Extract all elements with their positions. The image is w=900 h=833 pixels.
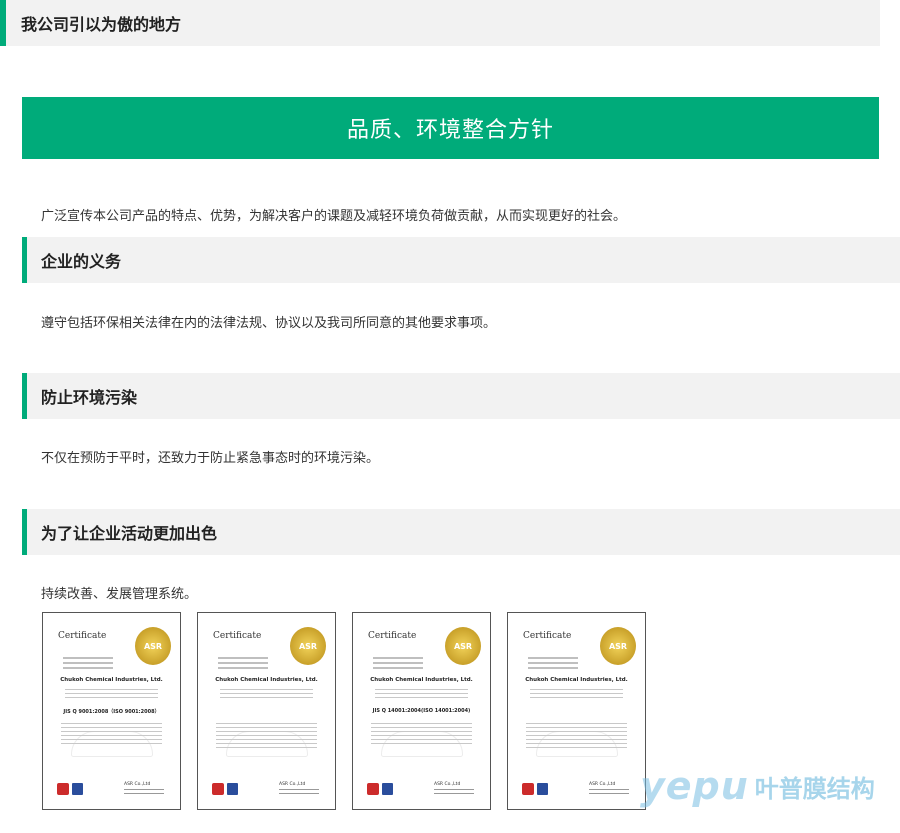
certificate-issuer: ASR Co.,Ltd — [279, 782, 306, 787]
certificate-company: Chukoh Chemical Industries, Ltd. — [215, 677, 318, 683]
certificate-image[interactable]: Certificate ASR Chukoh Chemical Industri… — [197, 612, 336, 810]
section-header-pollution: 防止环境污染 — [22, 373, 900, 419]
certificate-image[interactable]: Certificate ASR Chukoh Chemical Industri… — [352, 612, 491, 810]
certification-logo-icon — [57, 783, 69, 795]
intro-text: 广泛宣传本公司产品的特点、优势，为解决客户的课题及减轻环境负荷做贡献，从而实现更… — [41, 209, 627, 224]
page-title: 我公司引以为傲的地方 — [21, 15, 182, 34]
page-title-bar: 我公司引以为傲的地方 — [0, 0, 880, 46]
section-header-duty: 企业的义务 — [22, 237, 900, 283]
section-title: 企业的义务 — [41, 252, 122, 271]
policy-banner-title: 品质、环境整合方针 — [346, 118, 554, 143]
certificate-title: Certificate — [213, 631, 262, 641]
asr-seal-icon: ASR — [290, 627, 326, 665]
certification-logo-icon — [522, 783, 534, 795]
policy-banner: 品质、环境整合方针 — [22, 97, 879, 159]
certificate-company: Chukoh Chemical Industries, Ltd. — [370, 677, 473, 683]
certificate-title: Certificate — [523, 631, 572, 641]
certification-logo-icon — [367, 783, 379, 795]
section-text-excellence: 持续改善、发展管理系统。 — [41, 587, 198, 602]
watermark-logo: yepu 叶普膜结构 — [640, 764, 875, 808]
accreditation-logo-icon — [72, 783, 83, 795]
certificate-title: Certificate — [368, 631, 417, 641]
watermark-latin: yepu — [640, 764, 749, 808]
certificate-standard: JIS Q 14001:2004(ISO 14001:2004) — [372, 708, 471, 714]
section-title: 防止环境污染 — [41, 388, 138, 407]
section-title: 为了让企业活动更加出色 — [41, 524, 218, 543]
accreditation-logo-icon — [537, 783, 548, 795]
asr-seal-icon: ASR — [135, 627, 171, 665]
accreditation-logo-icon — [227, 783, 238, 795]
certificate-issuer: ASR Co.,Ltd — [589, 782, 616, 787]
certificate-image[interactable]: Certificate ASR Chukoh Chemical Industri… — [507, 612, 646, 810]
certificate-standard: JIS Q 9001:2008（ISO 9001:2008） — [63, 709, 160, 715]
section-text-duty: 遵守包括环保相关法律在内的法律法规、协议以及我司所同意的其他要求事项。 — [41, 316, 497, 331]
certificate-image[interactable]: Certificate ASR Chukoh Chemical Industri… — [42, 612, 181, 810]
certificate-title: Certificate — [58, 631, 107, 641]
accreditation-logo-icon — [382, 783, 393, 795]
watermark-chinese: 叶普膜结构 — [754, 774, 875, 803]
asr-seal-icon: ASR — [600, 627, 636, 665]
section-text-pollution: 不仅在预防于平时，还致力于防止紧急事态时的环境污染。 — [41, 451, 380, 466]
certification-logo-icon — [212, 783, 224, 795]
certificate-company: Chukoh Chemical Industries, Ltd. — [525, 677, 628, 683]
certificate-issuer: ASR Co.,Ltd — [434, 782, 461, 787]
section-header-excellence: 为了让企业活动更加出色 — [22, 509, 900, 555]
certificate-company: Chukoh Chemical Industries, Ltd. — [60, 677, 163, 683]
asr-seal-icon: ASR — [445, 627, 481, 665]
certificate-issuer: ASR Co.,Ltd — [124, 782, 151, 787]
